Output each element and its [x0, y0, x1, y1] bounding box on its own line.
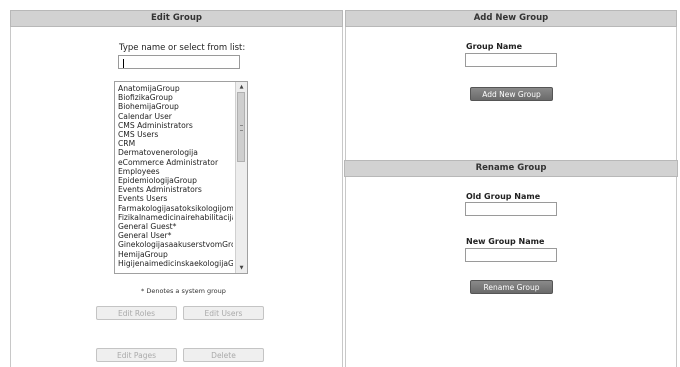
- group-list-item[interactable]: HemijaGroup: [118, 250, 233, 259]
- group-list-item[interactable]: eCommerce Administrator: [118, 158, 233, 167]
- rename-group-header: Rename Group: [344, 160, 678, 177]
- rename-group-button[interactable]: Rename Group: [470, 280, 553, 294]
- group-list-item[interactable]: BiohemijaGroup: [118, 102, 233, 111]
- group-listbox[interactable]: AnatomijaGroup BiofizikaGroup BiohemijaGro…: [114, 81, 248, 274]
- group-list-item[interactable]: Fizikalnamedicinairehabilitacija: [118, 213, 233, 222]
- new-group-name-input[interactable]: [465, 248, 557, 262]
- group-list-item[interactable]: HigijenaimedicinskaekologijaGrou: [118, 259, 233, 268]
- new-group-name-label: New Group Name: [466, 237, 545, 246]
- group-search-input[interactable]: [118, 55, 240, 69]
- group-name-input[interactable]: [465, 53, 557, 67]
- grip-icon: [240, 125, 243, 131]
- edit-group-panel: Edit Group Type name or select from list…: [10, 10, 343, 367]
- delete-button[interactable]: Delete: [183, 348, 264, 362]
- group-list-item[interactable]: CMS Administrators: [118, 121, 233, 130]
- group-list-item[interactable]: GinekologijasaakuserstvomGroup: [118, 240, 233, 249]
- scroll-down-arrow-icon[interactable]: ▼: [236, 263, 247, 273]
- group-list-item[interactable]: Events Administrators: [118, 185, 233, 194]
- add-new-group-button[interactable]: Add New Group: [470, 87, 553, 101]
- group-list-item[interactable]: BiofizikaGroup: [118, 93, 233, 102]
- group-list-item[interactable]: General Guest*: [118, 222, 233, 231]
- old-group-name-input[interactable]: [465, 202, 557, 216]
- group-list-item[interactable]: Calendar User: [118, 112, 233, 121]
- group-name-label: Group Name: [466, 42, 523, 51]
- group-list-item[interactable]: FarmakologijasatoksikologijomGr: [118, 204, 233, 213]
- text-caret: [123, 59, 124, 68]
- select-group-prompt: Type name or select from list:: [119, 43, 246, 53]
- group-list-item[interactable]: CRM: [118, 139, 233, 148]
- group-list-item[interactable]: AnatomijaGroup: [118, 84, 233, 93]
- edit-group-header: Edit Group: [10, 10, 343, 27]
- listbox-scrollbar[interactable]: ▲ ▼: [235, 82, 247, 273]
- group-list-item[interactable]: CMS Users: [118, 130, 233, 139]
- group-list-item[interactable]: Events Users: [118, 194, 233, 203]
- edit-roles-button[interactable]: Edit Roles: [96, 306, 177, 320]
- group-list-item[interactable]: General User*: [118, 231, 233, 240]
- group-list-item[interactable]: EpidemiologijaGroup: [118, 176, 233, 185]
- group-actions-panel: Add New Group Group Name Add New Group R…: [344, 10, 678, 367]
- group-list-item[interactable]: Employees: [118, 167, 233, 176]
- group-list: AnatomijaGroup BiofizikaGroup BiohemijaGro…: [118, 84, 233, 268]
- scrollbar-thumb[interactable]: [237, 92, 245, 162]
- group-list-item[interactable]: Dermatovenerologija: [118, 148, 233, 157]
- edit-users-button[interactable]: Edit Users: [183, 306, 264, 320]
- old-group-name-label: Old Group Name: [466, 192, 541, 201]
- system-group-note: * Denotes a system group: [141, 287, 226, 295]
- add-group-header: Add New Group: [345, 10, 677, 27]
- edit-pages-button[interactable]: Edit Pages: [96, 348, 177, 362]
- scroll-up-arrow-icon[interactable]: ▲: [236, 82, 247, 92]
